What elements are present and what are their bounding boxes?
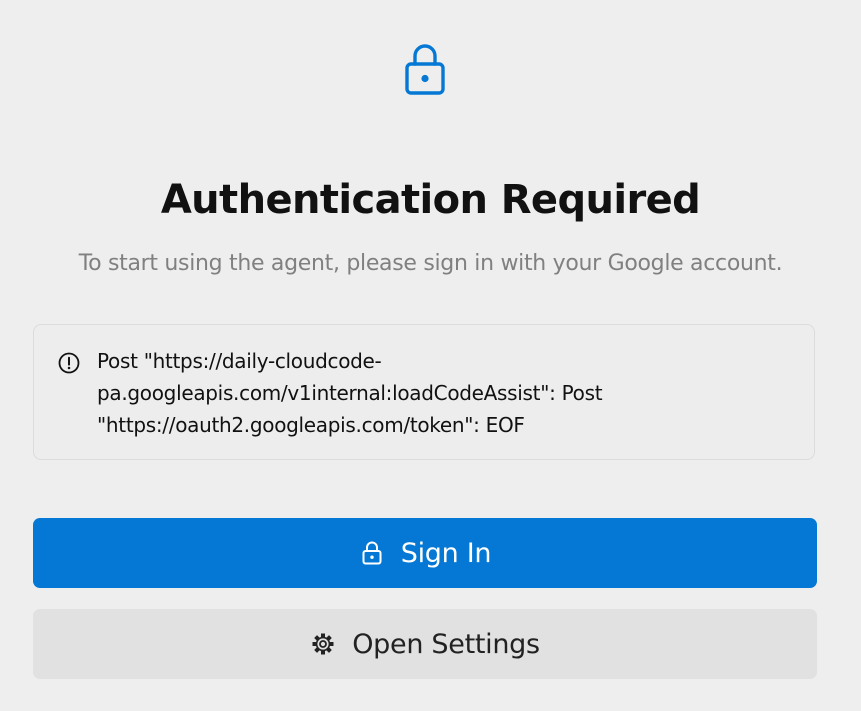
- lock-icon: [359, 540, 385, 566]
- page-title: Authentication Required: [160, 177, 701, 223]
- page-subtitle: To start using the agent, please sign in…: [78, 251, 783, 276]
- open-settings-button-label: Open Settings: [352, 628, 540, 660]
- alert-circle-icon: [58, 352, 80, 374]
- error-message-box: Post "https://daily-cloudcode- pa.google…: [33, 324, 815, 460]
- lock-icon: [404, 42, 446, 96]
- error-message-text: Post "https://daily-cloudcode- pa.google…: [97, 349, 603, 437]
- sign-in-button[interactable]: Sign In: [33, 518, 817, 588]
- sign-in-button-label: Sign In: [400, 537, 492, 569]
- open-settings-button[interactable]: Open Settings: [33, 609, 817, 679]
- gear-icon: [310, 631, 336, 657]
